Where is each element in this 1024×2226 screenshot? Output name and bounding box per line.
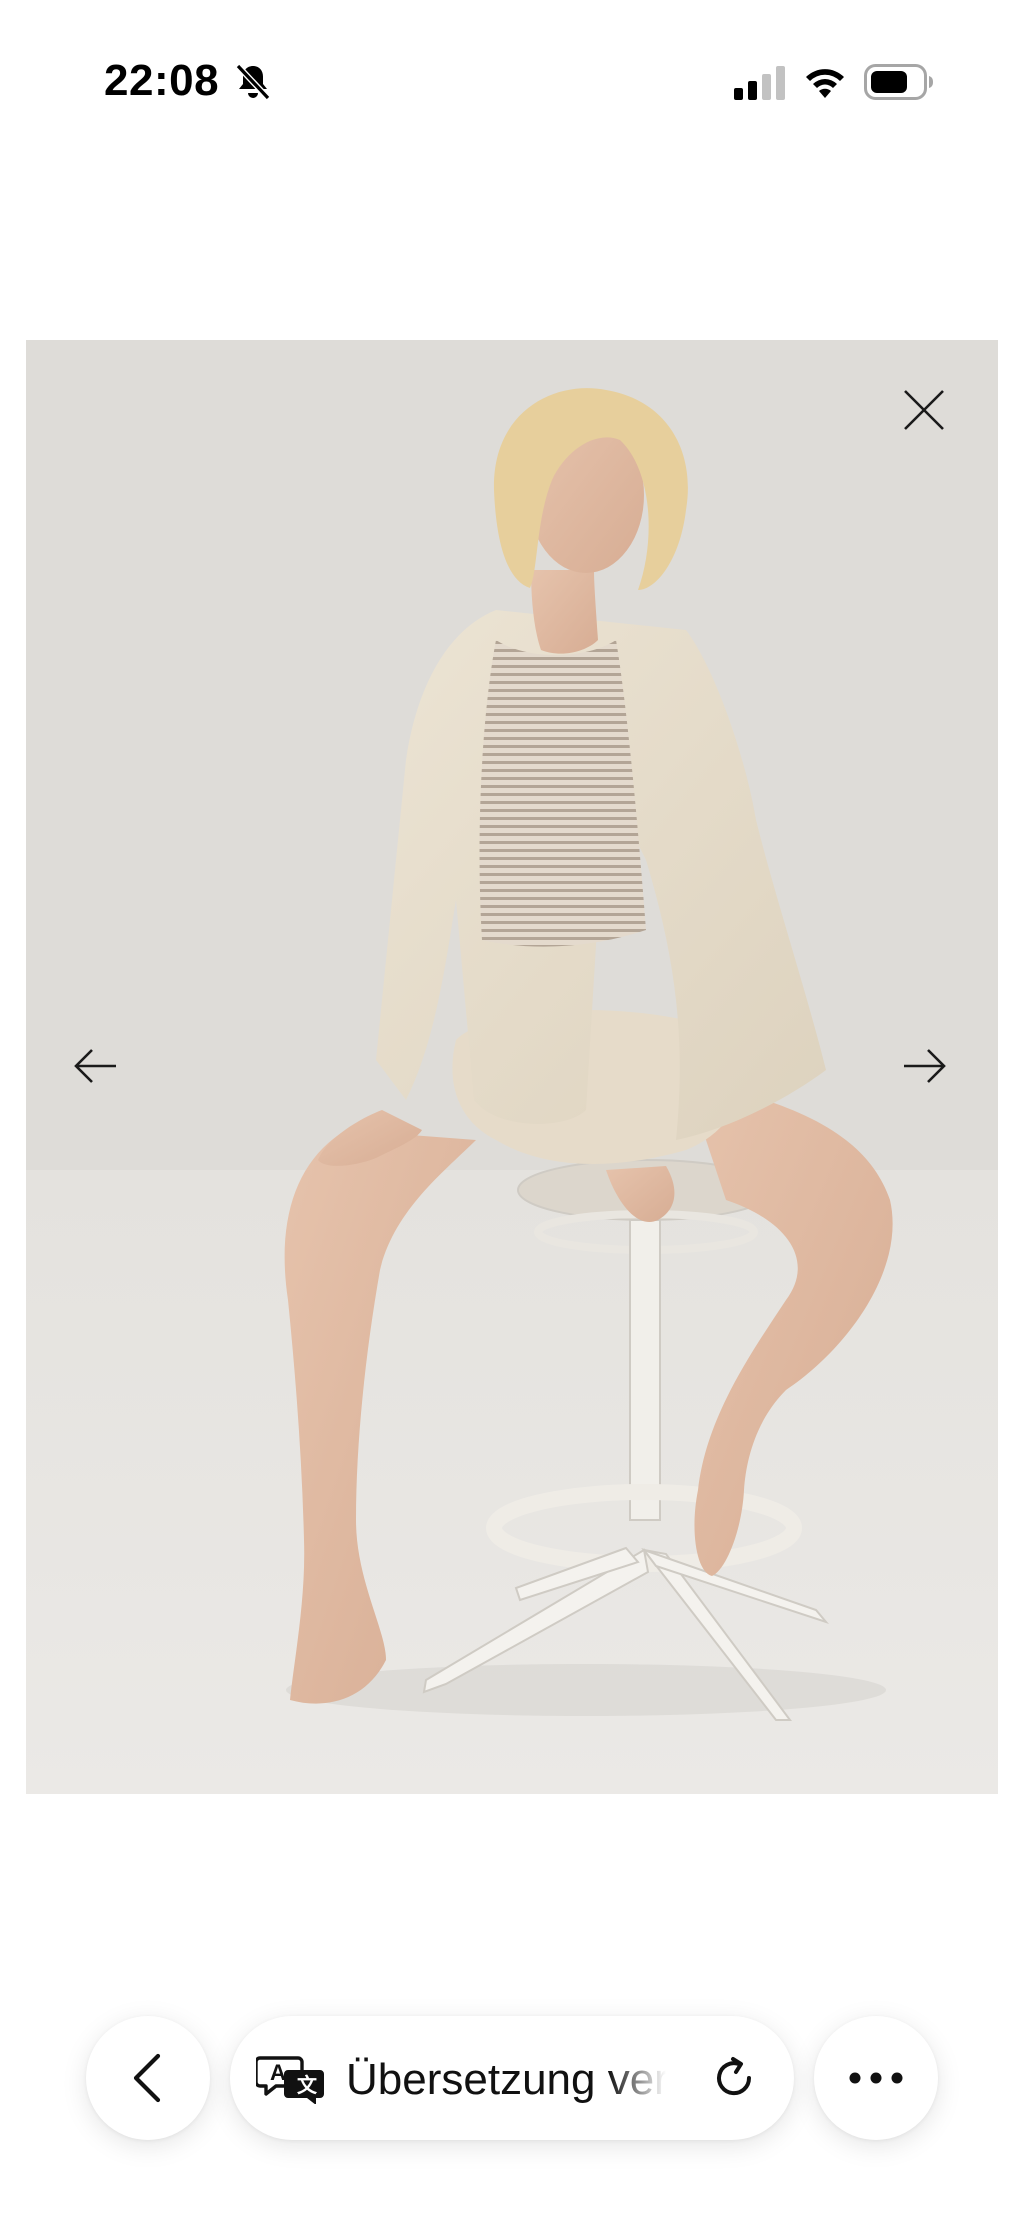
more-button[interactable] xyxy=(814,2016,938,2140)
chevron-left-icon xyxy=(133,2053,161,2103)
reload-translation-button[interactable] xyxy=(702,2046,766,2110)
translation-label: Übersetzung verfügbar xyxy=(346,2055,666,2104)
translate-icon: A 文 xyxy=(256,2056,324,2104)
arrow-left-icon xyxy=(74,1049,116,1083)
battery-icon xyxy=(864,64,933,100)
status-bar: 22:08 xyxy=(0,0,1024,160)
next-image-button[interactable] xyxy=(888,1030,960,1102)
close-button[interactable] xyxy=(888,374,960,446)
neck xyxy=(531,570,598,654)
svg-text:文: 文 xyxy=(297,2073,318,2097)
close-icon xyxy=(904,390,944,430)
status-time: 22:08 xyxy=(104,56,220,105)
product-photo xyxy=(26,340,998,1794)
translation-banner[interactable]: A 文 Übersetzung verfügbar xyxy=(230,2016,794,2140)
svg-text:A: A xyxy=(270,2060,286,2085)
previous-image-button[interactable] xyxy=(60,1030,132,1102)
wifi-icon xyxy=(806,69,844,98)
cellular-signal-icon xyxy=(734,66,785,100)
arrow-right-icon xyxy=(904,1049,946,1083)
striped-top xyxy=(479,640,646,947)
reload-icon xyxy=(717,2057,752,2096)
bell-slash-icon xyxy=(235,63,271,101)
image-viewer[interactable] xyxy=(26,340,998,1794)
back-button[interactable] xyxy=(86,2016,210,2140)
bottom-toolbar: A 文 Übersetzung verfügbar xyxy=(0,2000,1024,2160)
more-icon xyxy=(849,2072,903,2084)
